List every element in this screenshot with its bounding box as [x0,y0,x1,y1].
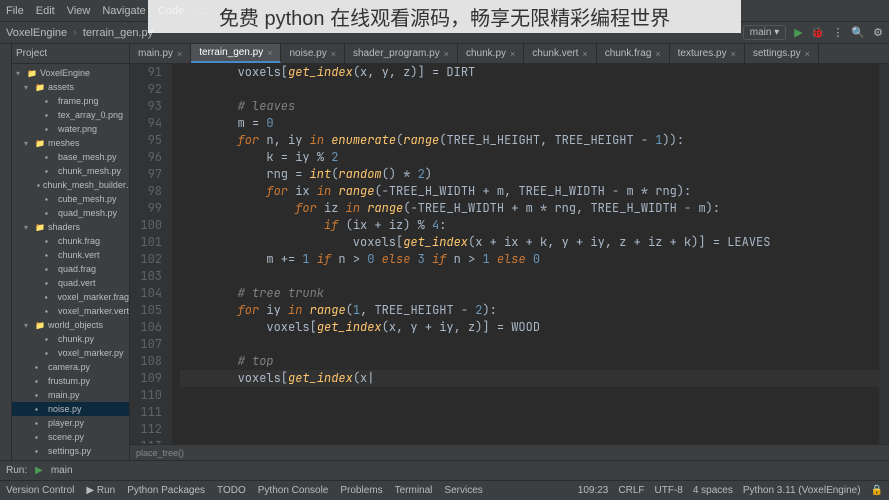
tab[interactable]: textures.py× [670,44,745,63]
editor-breadcrumb[interactable]: place_tree() [130,444,889,460]
run-toolbar: Run: ▶ main [0,460,889,480]
tree-item[interactable]: ▪player.py [12,416,129,430]
tool-python-packages[interactable]: Python Packages [127,485,205,496]
project-panel-title: Project [16,48,47,59]
run-icon[interactable]: ▶ [794,26,802,39]
project-name: VoxelEngine [6,27,67,39]
tree-root[interactable]: ▾📁VoxelEngine [12,66,129,80]
tree-item[interactable]: ▪camera.py [12,360,129,374]
left-tool-stripe[interactable] [0,44,12,460]
close-icon[interactable]: × [444,49,449,59]
tree-item[interactable]: ▾📁meshes [12,136,129,150]
git-branch[interactable]: main ▾ [743,25,787,40]
debug-icon[interactable]: 🐞 [811,26,825,39]
status-bar: Version Control ▶ Run Python Packages TODO P… [0,480,889,500]
tree-item[interactable]: ▾📁world_objects [12,318,129,332]
encoding[interactable]: UTF-8 [655,485,683,496]
tree-item[interactable]: ▪tex_array_0.png [12,108,129,122]
menu-file[interactable]: File [6,5,24,17]
menu-view[interactable]: View [67,5,91,17]
tree-item[interactable]: ▪base_mesh.py [12,150,129,164]
lock-icon[interactable]: 🔒 [871,485,883,496]
run-label: Run: [6,465,27,476]
tree-item[interactable]: ▪voxel_marker.py [12,346,129,360]
tree-item[interactable]: ▪voxel_marker.frag [12,290,129,304]
close-icon[interactable]: × [267,48,272,58]
tab[interactable]: terrain_gen.py× [191,44,281,63]
tree-item[interactable]: ▪shader_program.py [12,458,129,460]
current-file: terrain_gen.py [83,27,153,39]
line-gutter: 9192939495969798991001011021031041051061… [130,64,172,444]
project-panel-header[interactable]: Project [12,44,129,64]
close-icon[interactable]: × [731,49,736,59]
tree-item[interactable]: ▾📁assets [12,80,129,94]
project-tree[interactable]: Project ▾📁VoxelEngine▾📁assets▪frame.png▪… [12,44,130,460]
menu-edit[interactable]: Edit [36,5,55,17]
tree-item[interactable]: ▾📁shaders [12,220,129,234]
tab[interactable]: chunk.vert× [524,44,596,63]
tab[interactable]: main.py× [130,44,191,63]
tree-item[interactable]: ▪chunk_mesh.py [12,164,129,178]
promo-banner: 免费 python 在线观看源码，畅享无限精彩编程世界 [148,0,741,33]
tree-item[interactable]: ▪quad_mesh.py [12,206,129,220]
tree-item[interactable]: ▪main.py [12,388,129,402]
tab[interactable]: noise.py× [281,44,345,63]
tree-item[interactable]: ▪settings.py [12,444,129,458]
tool-todo[interactable]: TODO [217,485,246,496]
close-icon[interactable]: × [331,49,336,59]
close-icon[interactable]: × [582,49,587,59]
tree-item[interactable]: ▪cube_mesh.py [12,192,129,206]
caret-position[interactable]: 109:23 [578,485,609,496]
close-icon[interactable]: × [510,49,515,59]
tree-item[interactable]: ▪quad.vert [12,276,129,290]
tree-item[interactable]: ▪chunk_mesh_builder… [12,178,129,192]
close-icon[interactable]: × [655,49,660,59]
more-icon[interactable]: ⋮ [832,26,843,39]
chevron-icon: › [73,27,77,39]
search-icon[interactable]: 🔍 [851,26,865,39]
tool-run[interactable]: ▶ Run [86,485,115,496]
tree-item[interactable]: ▪voxel_marker.vert [12,304,129,318]
code-content[interactable]: voxels[get_index(x, y, z)] = DIRT # leav… [172,64,879,444]
interpreter[interactable]: Python 3.11 (VoxelEngine) [743,485,861,496]
tool-version-control[interactable]: Version Control [6,485,74,496]
scrollbar-track[interactable] [879,64,889,444]
run-play-icon[interactable]: ▶ [35,465,43,476]
tool-problems[interactable]: Problems [340,485,382,496]
tab[interactable]: chunk.frag× [597,44,670,63]
tool-terminal[interactable]: Terminal [395,485,433,496]
run-config[interactable]: main [51,465,73,476]
tree-item[interactable]: ▪noise.py [12,402,129,416]
tab[interactable]: chunk.py× [458,44,524,63]
tree-item[interactable]: ▪water.png [12,122,129,136]
line-separator[interactable]: CRLF [618,485,644,496]
tree-item[interactable]: ▪frame.png [12,94,129,108]
menu-navigate[interactable]: Navigate [102,5,145,17]
tab[interactable]: shader_program.py× [345,44,458,63]
close-icon[interactable]: × [805,49,810,59]
tree-item[interactable]: ▪chunk.py [12,332,129,346]
code-editor[interactable]: 9192939495969798991001011021031041051061… [130,64,889,444]
settings-icon[interactable]: ⚙ [873,26,883,39]
tree-item[interactable]: ▪scene.py [12,430,129,444]
tree-item[interactable]: ▪frustum.py [12,374,129,388]
tree-item[interactable]: ▪chunk.vert [12,248,129,262]
indent[interactable]: 4 spaces [693,485,733,496]
editor-tabs: main.py×terrain_gen.py×noise.py×shader_p… [130,44,889,64]
tool-services[interactable]: Services [444,485,482,496]
close-icon[interactable]: × [177,49,182,59]
tool-python-console[interactable]: Python Console [258,485,329,496]
tab[interactable]: settings.py× [745,44,819,63]
tree-item[interactable]: ▪chunk.frag [12,234,129,248]
tree-item[interactable]: ▪quad.frag [12,262,129,276]
